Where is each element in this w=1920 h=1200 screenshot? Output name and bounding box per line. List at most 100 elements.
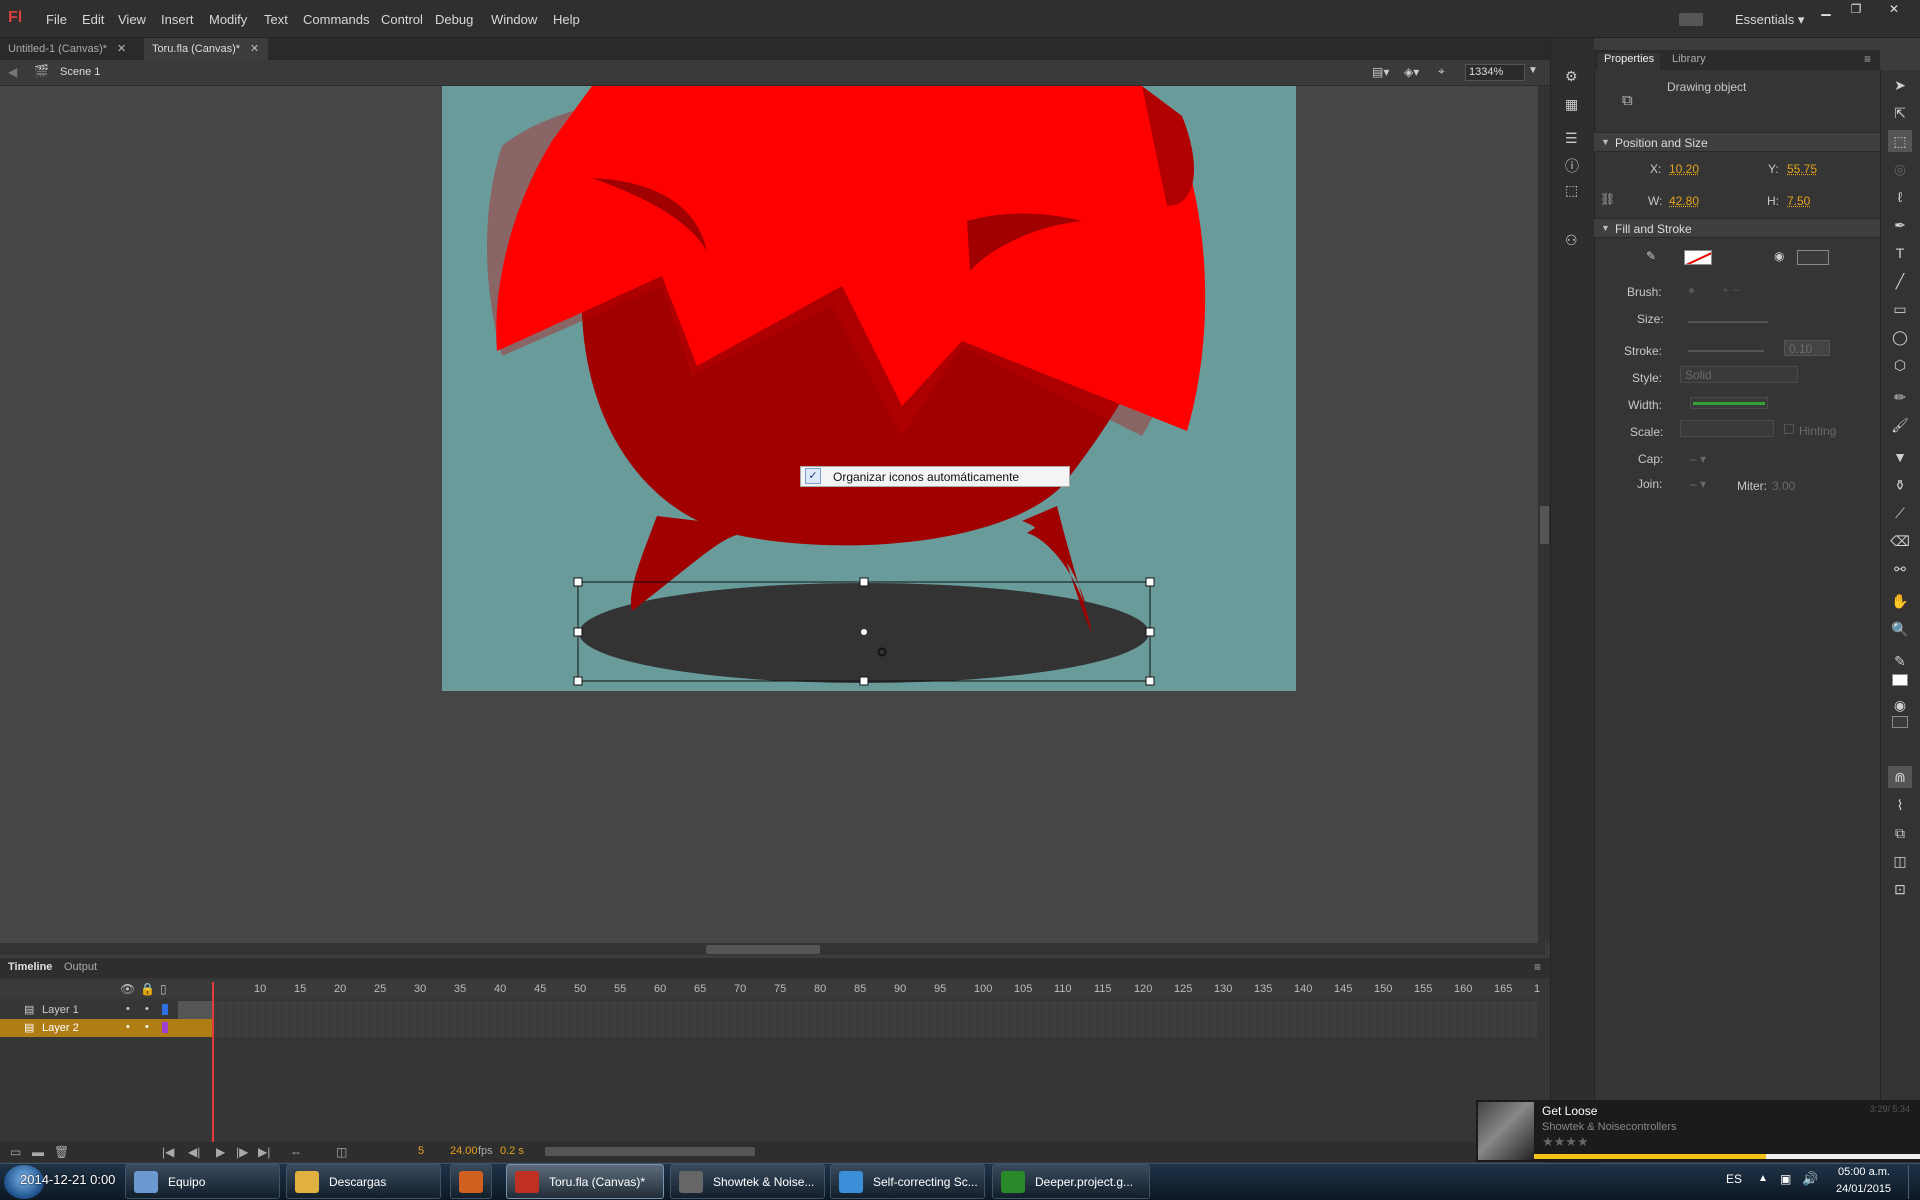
menu-file[interactable]: File [46, 12, 67, 27]
tab-toru[interactable]: Toru.fla (Canvas)* ✕ [144, 38, 268, 60]
delete-layer-icon[interactable]: 🗑 [54, 1145, 69, 1159]
menu-modify[interactable]: Modify [209, 12, 247, 27]
y-value[interactable]: 55.75 [1787, 162, 1817, 176]
menu-control[interactable]: Control [381, 12, 423, 27]
subselection-tool-icon[interactable]: ⇱ [1888, 102, 1912, 124]
tab-timeline[interactable]: Timeline [8, 961, 52, 973]
prev-frame-icon[interactable]: ◀| [188, 1145, 200, 1159]
workspace-switcher[interactable]: Essentials ▾ [1735, 12, 1804, 28]
vertical-scroll-thumb[interactable] [1540, 506, 1549, 544]
menu-view[interactable]: View [118, 12, 146, 27]
stage-canvas[interactable] [442, 86, 1296, 691]
layer-outline-color[interactable] [162, 1022, 168, 1033]
smooth-icon[interactable]: ⌇ [1888, 794, 1912, 816]
menu-insert[interactable]: Insert [161, 12, 194, 27]
object-drawing-icon[interactable]: ◫ [1888, 850, 1912, 872]
layer-row[interactable]: ▤ Layer 2 • • [0, 1019, 178, 1037]
playhead[interactable] [212, 982, 214, 1142]
color-icon[interactable]: ▦ [1565, 96, 1578, 113]
cap-dropdown[interactable]: – ▾ [1690, 452, 1706, 466]
fill-color-tool-icon[interactable]: ◉ [1888, 694, 1912, 716]
oval-tool-icon[interactable]: ◯ [1888, 326, 1912, 348]
lasso-tool-icon[interactable]: ℓ [1888, 186, 1912, 208]
timeline-hscroll-thumb[interactable] [545, 1147, 755, 1156]
task-media-player[interactable] [450, 1164, 492, 1199]
motion-editor-icon[interactable]: ⚙ [1565, 68, 1578, 85]
next-frame-icon[interactable]: |▶ [236, 1145, 248, 1159]
transform-handle-br[interactable] [1145, 676, 1155, 686]
menu-commands[interactable]: Commands [303, 12, 369, 27]
menu-help[interactable]: Help [553, 12, 580, 27]
stroke-field[interactable]: 0.10 [1784, 340, 1830, 356]
sync-settings-icon[interactable] [1679, 13, 1703, 26]
rotate-skew-icon[interactable]: ⊡ [1888, 878, 1912, 900]
transform-handle-mr[interactable] [1145, 627, 1155, 637]
outline-icon[interactable]: ▯ [160, 982, 167, 996]
menu-debug[interactable]: Debug [435, 12, 473, 27]
tab-properties[interactable]: Properties [1598, 53, 1661, 70]
panel-menu-icon[interactable]: ≡ [1864, 52, 1871, 66]
transform-point[interactable] [861, 629, 867, 635]
style-dropdown[interactable]: Solid [1680, 366, 1798, 383]
task-equipo[interactable]: Equipo [125, 1164, 280, 1199]
w-value[interactable]: 42.80 [1669, 194, 1699, 208]
menu-text[interactable]: Text [264, 12, 288, 27]
size-slider[interactable] [1688, 321, 1768, 323]
hand-tool-icon[interactable]: ✋ [1888, 590, 1912, 612]
zoom-box[interactable]: 1334% [1465, 64, 1525, 81]
last-frame-icon[interactable]: ▶| [258, 1145, 270, 1159]
free-transform-tool-icon[interactable]: ⬚ [1888, 130, 1912, 152]
layer-name[interactable]: Layer 1 [42, 1004, 79, 1016]
selection-tool-icon[interactable]: ➤ [1888, 74, 1912, 96]
tab-output[interactable]: Output [64, 961, 97, 973]
panel-menu-icon[interactable]: ≡ [1534, 960, 1541, 974]
3d-rotation-tool-icon[interactable]: ◎ [1888, 158, 1912, 180]
ink-bottle-tool-icon[interactable]: ⚱ [1888, 474, 1912, 496]
close-tab-icon[interactable]: ✕ [250, 43, 259, 55]
new-folder-icon[interactable]: ▬ [32, 1145, 44, 1159]
back-arrow-icon[interactable]: ◀ [8, 65, 17, 79]
layer-name[interactable]: Layer 2 [42, 1022, 79, 1034]
volume-icon[interactable]: 🔊 [1802, 1171, 1818, 1187]
center-stage-icon[interactable]: ⌖ [1438, 64, 1445, 79]
scale-dropdown[interactable] [1680, 420, 1774, 437]
transform-handle-tl[interactable] [573, 577, 583, 587]
straighten-icon[interactable]: ⧉ [1888, 822, 1912, 844]
text-tool-icon[interactable]: T [1888, 242, 1912, 264]
task-showtek[interactable]: Showtek & Noise... [670, 1164, 825, 1199]
hinting-checkbox[interactable] [1784, 424, 1794, 434]
transform-handle-tc[interactable] [859, 577, 869, 587]
add-brush-icon[interactable]: + − [1722, 283, 1739, 297]
restore-icon[interactable]: ❐ [1845, 2, 1867, 18]
layer-frames[interactable] [178, 1001, 1538, 1019]
stroke-color-swatch[interactable] [1684, 250, 1712, 265]
snap-to-objects-icon[interactable]: ⋒ [1888, 766, 1912, 788]
layer-frames[interactable] [178, 1019, 1538, 1037]
stroke-color-chip[interactable] [1892, 674, 1908, 686]
link-icon[interactable]: ⛓ [1600, 192, 1615, 206]
task-descargas[interactable]: Descargas [286, 1164, 441, 1199]
components-icon[interactable]: ⚇ [1565, 232, 1578, 249]
transform-handle-ml[interactable] [573, 627, 583, 637]
x-value[interactable]: 10.20 [1669, 162, 1699, 176]
zoom-dropdown-icon[interactable]: ▼ [1528, 65, 1538, 76]
task-flash-toru[interactable]: Toru.fla (Canvas)* [506, 1164, 664, 1199]
context-menu-item[interactable]: ✓ Organizar iconos automáticamente [800, 466, 1070, 487]
section-position-size[interactable]: ▼ Position and Size [1594, 132, 1880, 152]
layer-outline-color[interactable] [162, 1004, 168, 1015]
task-deeper-project[interactable]: Deeper.project.g... [992, 1164, 1150, 1199]
current-frame[interactable]: 5 [418, 1145, 424, 1157]
lock-dot-icon[interactable]: • [145, 1021, 149, 1033]
lock-icon[interactable]: 🔒 [140, 982, 155, 996]
menu-window[interactable]: Window [491, 12, 537, 27]
align-icon[interactable]: ☰ [1565, 130, 1578, 147]
menu-edit[interactable]: Edit [82, 12, 104, 27]
minimize-icon[interactable]: ▁ [1815, 2, 1837, 18]
frame-rate[interactable]: 24.00 [450, 1145, 478, 1157]
eraser-tool-icon[interactable]: ⌫ [1888, 530, 1912, 552]
zoom-tool-icon[interactable]: 🔍 [1888, 618, 1912, 640]
show-desktop-button[interactable] [1908, 1165, 1918, 1199]
clock-date[interactable]: 24/01/2015 [1836, 1183, 1891, 1195]
brush-shape-icon[interactable]: ● [1688, 283, 1695, 297]
edit-symbols-icon[interactable]: ◈▾ [1404, 65, 1419, 79]
